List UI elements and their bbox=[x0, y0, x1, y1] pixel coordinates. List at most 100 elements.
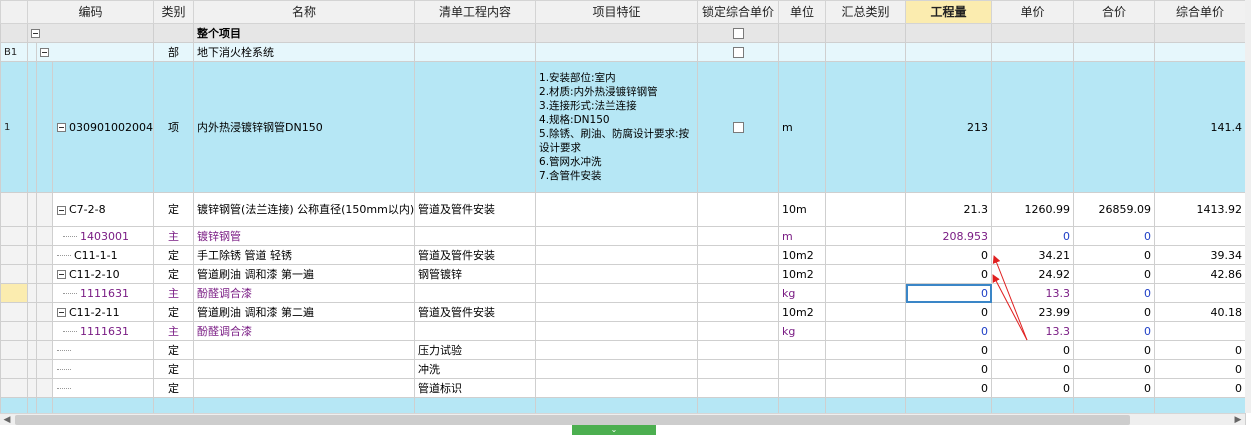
col-header-name[interactable]: 名称 bbox=[193, 0, 416, 24]
quantity-cell[interactable]: 0 bbox=[905, 302, 993, 322]
summary-category-cell[interactable] bbox=[825, 340, 907, 360]
total-price-cell[interactable]: 0 bbox=[1073, 283, 1156, 303]
code-cell[interactable] bbox=[35, 42, 155, 62]
total-price-cell[interactable] bbox=[1073, 42, 1156, 62]
lock-price-cell[interactable] bbox=[697, 302, 780, 322]
lock-price-cell[interactable] bbox=[697, 42, 780, 62]
composite-unit-price-cell[interactable] bbox=[1154, 23, 1247, 43]
lock-price-cell[interactable] bbox=[697, 23, 780, 43]
unit-cell[interactable]: 10m2 bbox=[778, 245, 827, 265]
col-header-quantity[interactable]: 工程量 bbox=[905, 0, 993, 24]
quantity-cell-selected[interactable]: 0 bbox=[905, 283, 993, 303]
name-cell[interactable]: 管道刷油 调和漆 第一遍 bbox=[193, 264, 416, 284]
col-header-total-price[interactable]: 合价 bbox=[1073, 0, 1156, 24]
table-row[interactable]: 1403001 主 镀锌钢管 m 208.953 0 0 bbox=[0, 226, 1247, 246]
category-cell[interactable]: 主 bbox=[153, 226, 195, 246]
quantity-cell[interactable]: 0 bbox=[905, 378, 993, 398]
composite-unit-price-cell[interactable]: 0 bbox=[1154, 340, 1247, 360]
category-cell[interactable]: 定 bbox=[153, 302, 195, 322]
collapse-toggle-icon[interactable] bbox=[31, 29, 40, 38]
unit-cell[interactable]: 10m bbox=[778, 192, 827, 227]
row-number[interactable] bbox=[0, 340, 28, 360]
table-row[interactable]: 定 管道标识 0 0 0 0 bbox=[0, 378, 1247, 398]
code-cell[interactable]: 1403001 bbox=[51, 226, 155, 246]
bill-content-cell[interactable]: 管道及管件安装 bbox=[414, 245, 537, 265]
feature-cell[interactable] bbox=[535, 378, 699, 398]
name-cell[interactable] bbox=[193, 378, 416, 398]
name-cell[interactable]: 整个项目 bbox=[193, 23, 416, 43]
quantity-cell[interactable]: 0 bbox=[905, 321, 993, 341]
lock-price-cell[interactable] bbox=[697, 321, 780, 341]
table-row[interactable]: 整个项目 bbox=[0, 23, 1247, 43]
col-header-lock-price[interactable]: 锁定综合单价 bbox=[697, 0, 780, 24]
category-cell[interactable]: 项 bbox=[153, 61, 195, 193]
composite-unit-price-cell[interactable]: 39.34 bbox=[1154, 245, 1247, 265]
composite-unit-price-cell[interactable] bbox=[1154, 283, 1247, 303]
composite-unit-price-cell[interactable]: 40.18 bbox=[1154, 302, 1247, 322]
unit-price-cell[interactable]: 0 bbox=[991, 226, 1075, 246]
checkbox-icon[interactable] bbox=[732, 28, 744, 39]
composite-unit-price-cell[interactable]: 0 bbox=[1154, 359, 1247, 379]
unit-price-cell[interactable]: 0 bbox=[991, 359, 1075, 379]
name-cell[interactable]: 手工除锈 管道 轻锈 bbox=[193, 245, 416, 265]
row-number[interactable] bbox=[0, 283, 28, 303]
col-header-unit-price[interactable]: 单价 bbox=[991, 0, 1075, 24]
unit-cell[interactable] bbox=[778, 378, 827, 398]
unit-price-cell[interactable]: 23.99 bbox=[991, 302, 1075, 322]
col-header-category[interactable]: 类别 bbox=[153, 0, 195, 24]
unit-cell[interactable]: 10m2 bbox=[778, 302, 827, 322]
lock-price-cell[interactable] bbox=[697, 226, 780, 246]
composite-unit-price-cell[interactable] bbox=[1154, 226, 1247, 246]
total-price-cell[interactable]: 0 bbox=[1073, 321, 1156, 341]
category-cell[interactable] bbox=[153, 23, 195, 43]
unit-cell[interactable]: m bbox=[778, 226, 827, 246]
unit-cell[interactable] bbox=[778, 340, 827, 360]
feature-cell[interactable]: 1.安装部位:室内 2.材质:内外热浸镀锌钢管 3.连接形式:法兰连接 4.规格… bbox=[535, 61, 699, 193]
name-cell[interactable]: 酚醛调合漆 bbox=[193, 321, 416, 341]
name-cell[interactable]: 镀锌钢管(法兰连接) 公称直径(150mm以内) bbox=[193, 192, 416, 227]
category-cell[interactable]: 定 bbox=[153, 359, 195, 379]
summary-category-cell[interactable] bbox=[825, 61, 907, 193]
name-cell[interactable]: 内外热浸镀锌钢管DN150 bbox=[193, 61, 416, 193]
table-row[interactable]: C7-2-8 定 镀锌钢管(法兰连接) 公称直径(150mm以内) 管道及管件安… bbox=[0, 192, 1247, 227]
total-price-cell[interactable]: 26859.09 bbox=[1073, 192, 1156, 227]
category-cell[interactable]: 定 bbox=[153, 340, 195, 360]
name-cell[interactable]: 镀锌钢管 bbox=[193, 226, 416, 246]
unit-price-cell[interactable]: 13.3 bbox=[991, 283, 1075, 303]
unit-price-cell[interactable]: 13.3 bbox=[991, 321, 1075, 341]
total-price-cell[interactable] bbox=[1073, 23, 1156, 43]
code-cell[interactable]: C7-2-8 bbox=[51, 192, 155, 227]
unit-cell[interactable]: kg bbox=[778, 283, 827, 303]
name-cell[interactable]: 酚醛调合漆 bbox=[193, 283, 416, 303]
collapse-toggle-icon[interactable] bbox=[57, 308, 66, 317]
code-cell[interactable]: 1111631 bbox=[51, 283, 155, 303]
lock-price-cell[interactable] bbox=[697, 340, 780, 360]
checkbox-icon[interactable] bbox=[732, 47, 744, 58]
corner-header[interactable] bbox=[0, 0, 28, 24]
code-cell[interactable]: C11-1-1 bbox=[51, 245, 155, 265]
summary-category-cell[interactable] bbox=[825, 283, 907, 303]
quantity-cell[interactable]: 0 bbox=[905, 264, 993, 284]
row-number[interactable] bbox=[0, 192, 28, 227]
composite-unit-price-cell[interactable] bbox=[1154, 42, 1247, 62]
bill-content-cell[interactable] bbox=[414, 61, 537, 193]
row-number[interactable]: B1 bbox=[0, 42, 28, 62]
total-price-cell[interactable]: 0 bbox=[1073, 245, 1156, 265]
code-cell[interactable] bbox=[51, 340, 155, 360]
unit-cell[interactable]: m bbox=[778, 61, 827, 193]
code-cell[interactable] bbox=[26, 23, 155, 43]
bill-content-cell[interactable] bbox=[414, 42, 537, 62]
quantity-cell[interactable]: 21.3 bbox=[905, 192, 993, 227]
code-cell[interactable]: 030901002004 bbox=[51, 61, 155, 193]
name-cell[interactable]: 地下消火栓系统 bbox=[193, 42, 416, 62]
total-price-cell[interactable]: 0 bbox=[1073, 302, 1156, 322]
unit-price-cell[interactable]: 0 bbox=[991, 340, 1075, 360]
composite-unit-price-cell[interactable] bbox=[1154, 321, 1247, 341]
row-number[interactable] bbox=[0, 321, 28, 341]
row-number[interactable] bbox=[0, 378, 28, 398]
lock-price-cell[interactable] bbox=[697, 264, 780, 284]
code-cell[interactable] bbox=[51, 359, 155, 379]
unit-price-cell[interactable] bbox=[991, 23, 1075, 43]
lock-price-cell[interactable] bbox=[697, 61, 780, 193]
unit-price-cell[interactable]: 0 bbox=[991, 378, 1075, 398]
